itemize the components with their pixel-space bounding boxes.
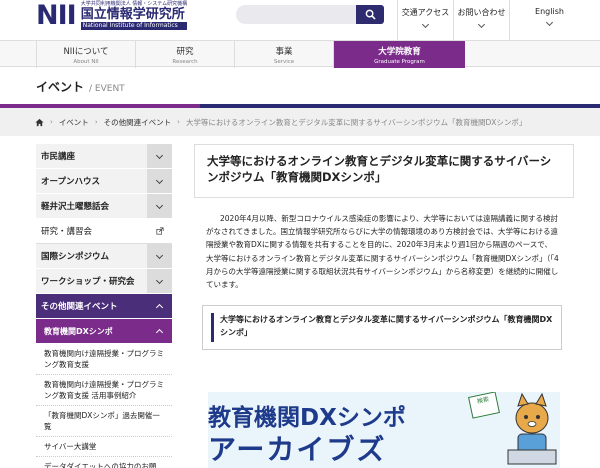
sidebar-item-label: 市民講座 [41,152,76,162]
chevron-down-icon [155,201,164,209]
chevron-up-icon [155,303,164,312]
page-title-en: / EVENT [89,84,125,94]
sidebar-item-label: 軽井沢土曜懇話会 [41,202,110,212]
mainnav-research-en: Research [172,58,198,65]
expand-button[interactable] [147,169,172,193]
topnav-access[interactable]: 交通アクセス [397,0,453,40]
logo-mark: NII [36,0,77,31]
mainnav-service[interactable]: 事業 Service [234,41,333,68]
sidebar-sub-list: 教育機関向け遠隔授業・プログラミング教育支援 教育機関向け遠隔授業・プログラミン… [36,344,172,468]
breadcrumb: › イベント › その他関連イベント › 大学等におけるオンライン教育とデジタル… [0,108,600,136]
sidebar-sub-item[interactable]: 「教育機関DXシンポ」過去開催一覧 [36,406,172,437]
expand-button[interactable] [147,244,172,268]
mainnav-service-en: Service [273,58,295,65]
sidebar-item-open-house[interactable]: オープンハウス [36,169,172,194]
search-button[interactable] [356,5,384,24]
main-nav: NIIについて About NII 研究 Research 事業 Service… [0,40,600,68]
breadcrumb-event[interactable]: イベント [59,117,89,128]
chevron-down-icon [421,20,430,29]
sidebar-item-workshop[interactable]: ワークショップ・研究会 [36,269,172,294]
breadcrumb-separator-icon: › [177,118,180,126]
banner-title-line2: アーカイブズ [208,433,387,466]
logo-en-text: National Institute of Informatics [80,22,188,30]
sidebar: 市民講座 オープンハウス 軽井沢土曜懇話会 研究・講習会 国際シンポジウム ワー… [36,144,172,468]
topnav-contact[interactable]: お問い合わせ [453,0,509,40]
sidebar-item-label: 研究・講習会 [41,227,93,237]
chevron-down-icon [477,20,486,29]
sidebar-item-label: ワークショップ・研究会 [41,277,135,287]
search-input[interactable] [236,5,356,24]
collapse-button[interactable] [147,294,172,318]
breadcrumb-separator-icon: › [94,118,98,126]
sidebar-sub-item[interactable]: 教育機関向け遠隔授業・プログラミング教育支援 [36,344,172,375]
search-icon [365,9,376,20]
mainnav-research-label: 研究 [176,46,194,57]
page-title: イベント / EVENT [36,78,125,95]
chevron-down-icon [155,176,164,184]
search-box [236,5,384,24]
home-icon[interactable] [35,118,44,127]
nii-logo[interactable]: NII 大学共同利用機関法人 情報・システム研究機構 国立情報学研究所 Nati… [36,0,188,31]
logo-text: 大学共同利用機関法人 情報・システム研究機構 国立情報学研究所 National… [80,2,188,30]
expand-button[interactable] [147,194,172,218]
mainnav-about[interactable]: NIIについて About NII [36,41,135,68]
sidebar-item-other-events[interactable]: その他関連イベント [36,294,172,319]
sidebar-item-seminars[interactable]: 研究・講習会 [36,219,172,244]
sidebar-item-label: 国際シンポジウム [41,252,110,262]
banner-title-line1: 教育機関DXシンポ [208,405,406,431]
mainnav-graduate-en: Graduate Program [374,58,425,65]
breadcrumb-current: 大学等におけるオンライン教育とデジタル変革に関するサイバーシンポジウム「教育機関… [185,117,527,127]
topnav-english-label: English [535,7,564,16]
sidebar-sub-item[interactable]: データダイエットへの協力のお願い：遠隔授業を主催される先生方へ [36,457,172,468]
top-nav: 交通アクセス お問い合わせ English [397,0,589,40]
mainnav-service-label: 事業 [275,46,293,57]
content-body: 2020年4月以降、新型コロナウイルス感染症の影響により、大学等においては遠隔講… [206,214,559,290]
main-content: 大学等におけるオンライン教育とデジタル変革に関するサイバーシンポジウム「教育機関… [194,144,574,468]
sidebar-item-public-lecture[interactable]: 市民講座 [36,144,172,169]
callout-text: 大学等におけるオンライン教育とデジタル変革に関するサイバーシンポジウム「教育機関… [220,315,553,338]
mascot-illustration-icon [507,392,557,465]
external-link-icon [147,227,172,235]
logo-main-text: 国立情報学研究所 [80,7,185,22]
mainnav-about-en: About NII [73,58,99,65]
site-header: NII 大学共同利用機関法人 情報・システム研究機構 国立情報学研究所 Nati… [0,0,600,40]
sidebar-sub-item[interactable]: サイバー大講堂 [36,437,172,457]
breadcrumb-other-events[interactable]: その他関連イベント [104,117,172,128]
expand-button[interactable] [147,144,172,168]
sidebar-item-dx-symposium[interactable]: 教育機関DXシンポ [36,319,172,344]
chevron-down-icon [155,276,164,284]
chevron-down-icon [155,151,164,159]
topnav-english[interactable]: English [509,0,589,40]
mainnav-graduate-label: 大学院教育 [378,46,421,57]
topnav-access-label: 交通アクセス [401,8,450,17]
sidebar-item-international-symposium[interactable]: 国際シンポジウム [36,244,172,269]
mainnav-graduate[interactable]: 大学院教育 Graduate Program [333,41,465,68]
mainnav-research[interactable]: 研究 Research [135,41,234,68]
sidebar-item-karuizawa[interactable]: 軽井沢土曜懇話会 [36,194,172,219]
chevron-down-icon [545,18,554,27]
breadcrumb-separator-icon: › [50,118,53,126]
expand-button[interactable] [147,269,172,293]
mainnav-about-label: NIIについて [63,46,109,57]
sidebar-sub-item[interactable]: 教育機関向け遠隔授業・プログラミング教育支援 活用事例紹介 [36,375,172,406]
callout-box[interactable]: 大学等におけるオンライン教育とデジタル変革に関するサイバーシンポジウム「教育機関… [202,305,562,351]
chevron-down-icon [155,251,164,259]
page-title-jp: イベント [36,80,85,94]
banner-search-tag: 検索 [468,392,500,419]
topnav-contact-label: お問い合わせ [457,8,506,17]
callout-accent-bar [211,313,214,343]
content-title: 大学等におけるオンライン教育とデジタル変革に関するサイバーシンポジウム「教育機関… [194,144,574,198]
sidebar-item-label: オープンハウス [41,177,100,187]
sidebar-item-label: その他関連イベント [41,302,118,312]
chevron-up-icon [155,328,164,337]
archives-banner[interactable]: 教育機関DXシンポ アーカイブズ 検索 [208,392,560,468]
sidebar-item-label: 教育機関DXシンポ [44,326,113,336]
collapse-button[interactable] [147,319,172,343]
